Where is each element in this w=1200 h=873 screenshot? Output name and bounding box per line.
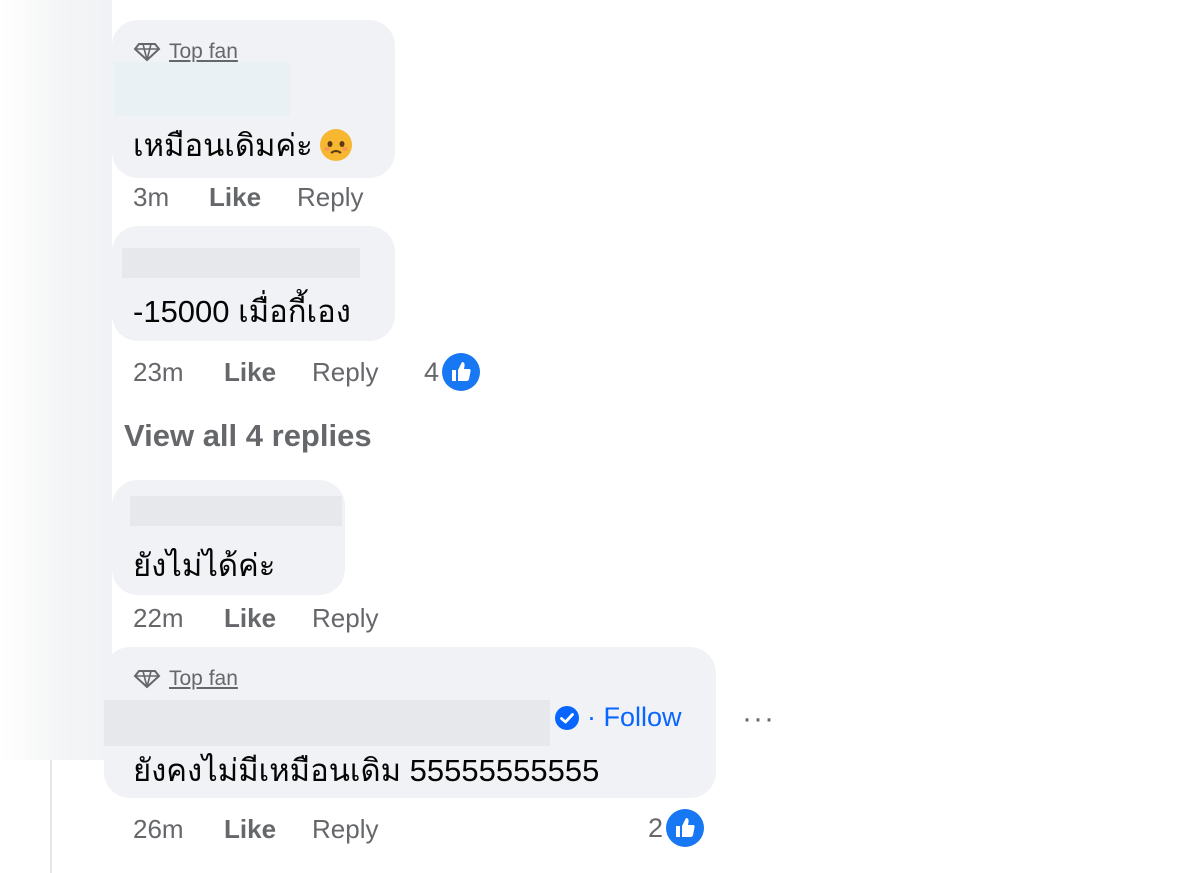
like-button[interactable]: Like <box>224 814 312 845</box>
comment-text: ยังคงไม่มีเหมือนเดิม 55555555555 <box>133 753 600 788</box>
like-thumb-icon <box>666 809 705 847</box>
diamond-icon <box>133 43 161 62</box>
follow-button[interactable]: · Follow <box>553 702 682 733</box>
left-panel-edge <box>0 0 112 760</box>
comment-text-body: เหมือนเดิมค่ะ <box>133 128 313 163</box>
comment-text: -15000 เมื่อกี้เอง <box>133 294 351 329</box>
reply-button[interactable]: Reply <box>312 603 378 634</box>
reply-button[interactable]: Reply <box>297 182 363 213</box>
redacted-author-name <box>130 496 342 526</box>
more-options-icon[interactable]: ··· <box>742 702 775 736</box>
reply-thread-line <box>50 760 52 873</box>
redacted-author-name <box>122 248 360 278</box>
like-button[interactable]: Like <box>209 182 297 213</box>
like-button[interactable]: Like <box>224 357 312 388</box>
view-all-replies-link[interactable]: View all 4 replies <box>124 418 372 454</box>
diamond-icon <box>133 670 161 689</box>
like-thumb-icon <box>442 353 481 391</box>
comment-actions: 3m Like Reply <box>133 182 363 213</box>
top-fan-badge[interactable]: Top fan <box>133 667 238 691</box>
reaction-count[interactable]: 2 <box>648 808 705 848</box>
top-fan-label: Top fan <box>169 667 238 690</box>
top-fan-badge[interactable]: Top fan <box>133 40 238 64</box>
like-button[interactable]: Like <box>224 603 312 634</box>
reply-button[interactable]: Reply <box>312 357 378 388</box>
follow-label: · Follow <box>587 702 682 732</box>
verified-check-icon <box>555 705 579 730</box>
comment-actions: 23m Like Reply <box>133 357 378 388</box>
reply-button[interactable]: Reply <box>312 814 378 845</box>
comment-text: เหมือนเดิมค่ะ <box>133 120 353 170</box>
reaction-count-number: 4 <box>424 356 440 387</box>
top-fan-label: Top fan <box>169 40 238 63</box>
reaction-count[interactable]: 4 <box>424 352 481 392</box>
comment-time[interactable]: 3m <box>133 182 209 213</box>
comment-time[interactable]: 22m <box>133 603 224 634</box>
pleading-face-emoji-icon <box>319 129 352 161</box>
comment-actions: 26m Like Reply <box>133 814 378 845</box>
reaction-count-number: 2 <box>648 812 664 843</box>
comment-text: ยังไม่ได้ค่ะ <box>133 548 276 583</box>
redacted-author-name <box>104 700 550 746</box>
comment-time[interactable]: 23m <box>133 357 224 388</box>
comment-time[interactable]: 26m <box>133 814 224 845</box>
redacted-author-name <box>114 62 290 116</box>
comment-actions: 22m Like Reply <box>133 603 378 634</box>
